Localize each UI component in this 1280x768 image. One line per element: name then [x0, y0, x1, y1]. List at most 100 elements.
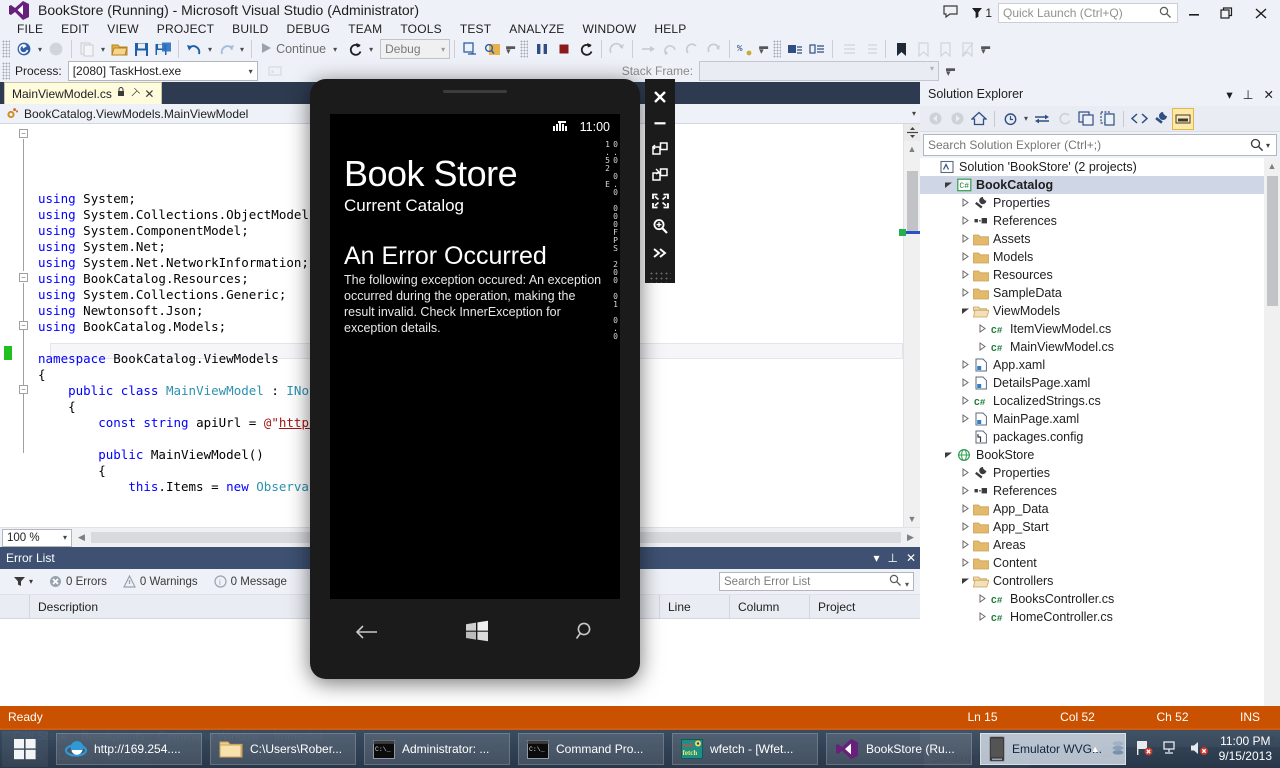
break-all-icon[interactable] [531, 38, 553, 60]
expander-closed-icon[interactable] [958, 468, 972, 479]
forward-icon[interactable] [946, 108, 968, 130]
suspend-icon[interactable]: ⏸ [264, 60, 286, 82]
taskbar-item[interactable]: C:\Users\Rober... [210, 733, 356, 765]
sync-with-active-document-icon[interactable] [1031, 108, 1053, 130]
open-file-icon[interactable] [108, 38, 130, 60]
column-header-line[interactable]: Line [660, 595, 730, 619]
emulator-close-icon[interactable] [647, 85, 673, 108]
expander-closed-icon[interactable] [958, 486, 972, 497]
expander-closed-icon[interactable] [958, 378, 972, 389]
solution-explorer-tree[interactable]: Solution 'BookStore' (2 projects)C#BookC… [920, 158, 1280, 747]
navigate-backward-dropdown-icon[interactable]: ▾ [35, 45, 45, 54]
tray-flag-icon[interactable] [1136, 740, 1153, 759]
emulator-fit-to-screen-icon[interactable] [647, 189, 673, 212]
tree-node[interactable]: C#BooksController.cs [920, 590, 1280, 608]
tree-node[interactable]: Properties [920, 464, 1280, 482]
tree-node[interactable]: Models [920, 248, 1280, 266]
toolbar-grip[interactable] [2, 40, 10, 58]
tree-node[interactable]: MainPage.xaml [920, 410, 1280, 428]
panel-menu-icon[interactable]: ▾ [1226, 87, 1232, 102]
toolbar-overflow-icon[interactable]: ▬▾ [943, 66, 958, 76]
expander-closed-icon[interactable] [975, 594, 989, 605]
emulator-rotate-right-icon[interactable] [647, 163, 673, 186]
expander-closed-icon[interactable] [958, 522, 972, 533]
menu-item-file[interactable]: FILE [8, 20, 52, 38]
expander-closed-icon[interactable] [975, 612, 989, 623]
column-header-column[interactable]: Column [730, 595, 810, 619]
save-all-icon[interactable] [152, 38, 174, 60]
close-icon[interactable]: ✕ [1264, 87, 1274, 102]
attach-to-process-icon[interactable]: + [459, 38, 481, 60]
stack-frame-combo[interactable]: ▾ [699, 61, 939, 81]
refresh-icon[interactable] [1053, 108, 1075, 130]
scroll-up-arrow[interactable]: ▲ [1264, 158, 1280, 174]
tree-node[interactable]: Controllers [920, 572, 1280, 590]
find-in-files-icon[interactable] [481, 38, 503, 60]
undo-icon[interactable] [183, 38, 205, 60]
editor-vertical-scrollbar[interactable]: ▲ ▼ [903, 124, 920, 527]
properties-icon[interactable] [1150, 108, 1172, 130]
tree-node[interactable]: Resources [920, 266, 1280, 284]
hexadecimal-display-icon[interactable]: % [734, 38, 756, 60]
notifications-button[interactable]: 1 [965, 6, 998, 20]
taskbar-item[interactable]: http://169.254.... [56, 733, 202, 765]
search-button-icon[interactable] [575, 620, 597, 648]
phone-screen[interactable]: 11:00 Book Store Current Catalog An Erro… [330, 114, 620, 599]
tree-node[interactable]: C#MainViewModel.cs [920, 338, 1280, 356]
messages-filter[interactable]: i 0 Message [206, 575, 295, 588]
menu-item-view[interactable]: VIEW [98, 20, 147, 38]
taskbar-item[interactable]: BookStore (Ru... [826, 733, 972, 765]
scroll-up-arrow[interactable]: ▲ [904, 141, 920, 157]
tree-node[interactable]: Content [920, 554, 1280, 572]
toolbar-overflow-icon[interactable]: ▬▾ [756, 44, 771, 54]
expander-closed-icon[interactable] [958, 504, 972, 515]
chevron-down-icon[interactable]: ▾ [912, 109, 916, 118]
pending-changes-dropdown-icon[interactable]: ▾ [1021, 114, 1031, 123]
column-header-icon[interactable] [0, 595, 30, 619]
restart-dropdown-icon[interactable]: ▾ [366, 45, 376, 54]
tree-node[interactable]: References [920, 212, 1280, 230]
navigate-forward-icon[interactable] [45, 38, 67, 60]
solution-configuration-combo[interactable]: Debug ▾ [380, 39, 450, 59]
decrease-indent-icon[interactable] [837, 38, 859, 60]
window-restore-button[interactable] [1210, 0, 1242, 26]
taskbar-item[interactable]: webfetchwfetch - [Wfet... [672, 733, 818, 765]
tree-node[interactable]: BookStore [920, 446, 1280, 464]
uncomment-selection-icon[interactable] [806, 38, 828, 60]
redo-icon[interactable] [215, 38, 237, 60]
emulator-drag-handle[interactable] [649, 271, 671, 283]
tree-node[interactable]: packages.config [920, 428, 1280, 446]
tree-node[interactable]: Areas [920, 536, 1280, 554]
expander-open-icon[interactable] [958, 306, 972, 317]
expander-closed-icon[interactable] [958, 252, 972, 263]
emulator-zoom-icon[interactable] [647, 215, 673, 238]
window-minimize-button[interactable] [1178, 0, 1210, 26]
expander-closed-icon[interactable] [975, 324, 989, 335]
outline-collapse-class[interactable]: − [19, 321, 28, 330]
emulator-rotate-left-icon[interactable] [647, 137, 673, 160]
outline-collapse-namespace[interactable]: − [19, 273, 28, 282]
start-button-icon[interactable] [464, 620, 490, 648]
show-next-statement-icon[interactable] [606, 38, 628, 60]
tree-node[interactable]: References [920, 482, 1280, 500]
menu-item-help[interactable]: HELP [645, 20, 695, 38]
tree-node[interactable]: C#BookCatalog [920, 176, 1280, 194]
expander-closed-icon[interactable] [958, 414, 972, 425]
filter-button[interactable]: ▾ [6, 576, 41, 587]
menu-item-test[interactable]: TEST [451, 20, 500, 38]
close-tab-icon[interactable]: ✕ [144, 87, 154, 101]
tray-volume-muted-icon[interactable] [1190, 740, 1209, 759]
expander-closed-icon[interactable] [958, 558, 972, 569]
menu-item-debug[interactable]: DEBUG [278, 20, 340, 38]
menu-item-project[interactable]: PROJECT [148, 20, 223, 38]
scroll-left-arrow[interactable]: ◀ [73, 532, 90, 543]
menu-item-window[interactable]: WINDOW [573, 20, 645, 38]
clear-bookmarks-icon[interactable] [956, 38, 978, 60]
increase-indent-icon[interactable] [859, 38, 881, 60]
pin-icon[interactable]: ⊥ [887, 551, 897, 565]
emulator-minimize-icon[interactable] [647, 111, 673, 134]
quick-launch-input[interactable]: Quick Launch (Ctrl+Q) [998, 3, 1178, 23]
column-header-project[interactable]: Project [810, 595, 920, 619]
toggle-bookmark-icon[interactable] [890, 38, 912, 60]
expander-closed-icon[interactable] [958, 396, 972, 407]
